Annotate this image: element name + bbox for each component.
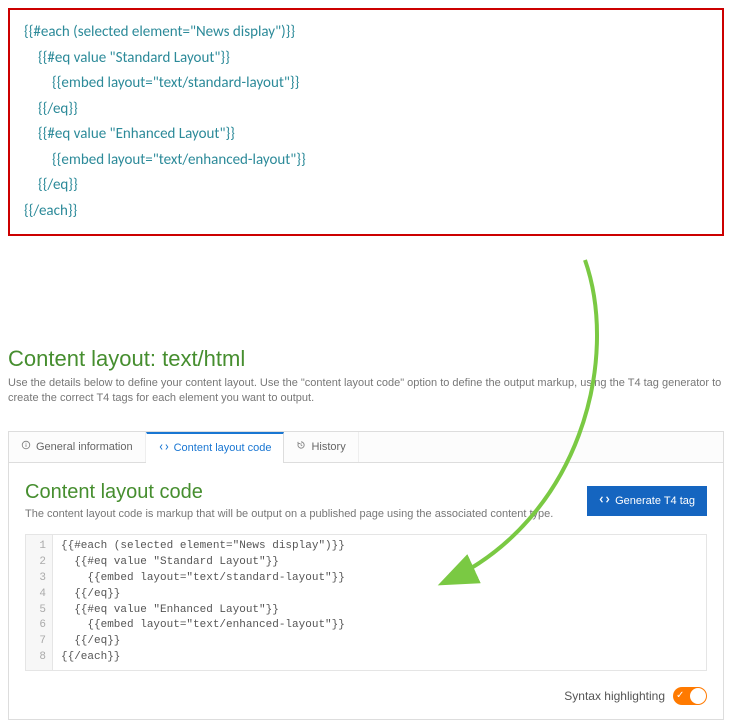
code-line: {{/each}}: [24, 199, 708, 225]
syntax-highlighting-row: Syntax highlighting ✓: [25, 687, 707, 705]
tab-general-information[interactable]: General information: [9, 432, 146, 462]
code-line: {{embed layout="text/enhanced-layout"}}: [61, 618, 698, 634]
code-icon: [599, 494, 610, 508]
info-icon: [21, 440, 31, 453]
code-line: {{#each (selected element="News display"…: [61, 539, 698, 555]
history-icon: [296, 440, 306, 453]
line-number: 4: [32, 587, 46, 603]
code-line: {{/eq}}: [61, 634, 698, 650]
toggle-knob: [690, 688, 706, 704]
tab-label: Content layout code: [174, 442, 272, 454]
code-line: {{embed layout="text/standard-layout"}}: [24, 71, 708, 97]
code-line: {{/eq}}: [24, 173, 708, 199]
tab-label: History: [311, 441, 345, 453]
syntax-highlighting-label: Syntax highlighting: [564, 689, 665, 703]
line-number: 1: [32, 539, 46, 555]
button-label: Generate T4 tag: [615, 495, 695, 507]
panel-body: Content layout code The content layout c…: [9, 463, 723, 720]
line-number: 5: [32, 603, 46, 619]
syntax-highlighting-toggle[interactable]: ✓: [673, 687, 707, 705]
code-line: {{#eq value "Enhanced Layout"}}: [24, 122, 708, 148]
generate-t4-tag-button[interactable]: Generate T4 tag: [587, 486, 707, 516]
code-line: {{#eq value "Enhanced Layout"}}: [61, 603, 698, 619]
page-title: Content layout: text/html: [8, 346, 724, 372]
line-number: 3: [32, 571, 46, 587]
line-number: 2: [32, 555, 46, 571]
tab-history[interactable]: History: [284, 432, 358, 462]
code-line: {{#eq value "Standard Layout"}}: [24, 46, 708, 72]
code-line: {{#eq value "Standard Layout"}}: [61, 555, 698, 571]
code-editor[interactable]: 12345678 {{#each (selected element="News…: [25, 534, 707, 672]
panel: General information Content layout code …: [8, 431, 724, 721]
code-line: {{/eq}}: [24, 97, 708, 123]
code-icon: [159, 442, 169, 455]
tab-label: General information: [36, 441, 133, 453]
tab-content-layout-code[interactable]: Content layout code: [146, 432, 285, 463]
code-line: {{embed layout="text/standard-layout"}}: [61, 571, 698, 587]
code-line: {{#each (selected element="News display"…: [24, 20, 708, 46]
code-content[interactable]: {{#each (selected element="News display"…: [53, 535, 706, 671]
check-icon: ✓: [676, 689, 684, 703]
highlighted-code-box: {{#each (selected element="News display"…: [8, 8, 724, 236]
page-description: Use the details below to define your con…: [8, 376, 724, 407]
code-line: {{/each}}: [61, 650, 698, 666]
line-number: 6: [32, 618, 46, 634]
code-line: {{/eq}}: [61, 587, 698, 603]
line-number: 7: [32, 634, 46, 650]
content-layout-section: Content layout: text/html Use the detail…: [8, 346, 724, 720]
code-line: {{embed layout="text/enhanced-layout"}}: [24, 148, 708, 174]
tab-bar: General information Content layout code …: [9, 432, 723, 463]
line-number: 8: [32, 650, 46, 666]
line-number-gutter: 12345678: [26, 535, 53, 671]
